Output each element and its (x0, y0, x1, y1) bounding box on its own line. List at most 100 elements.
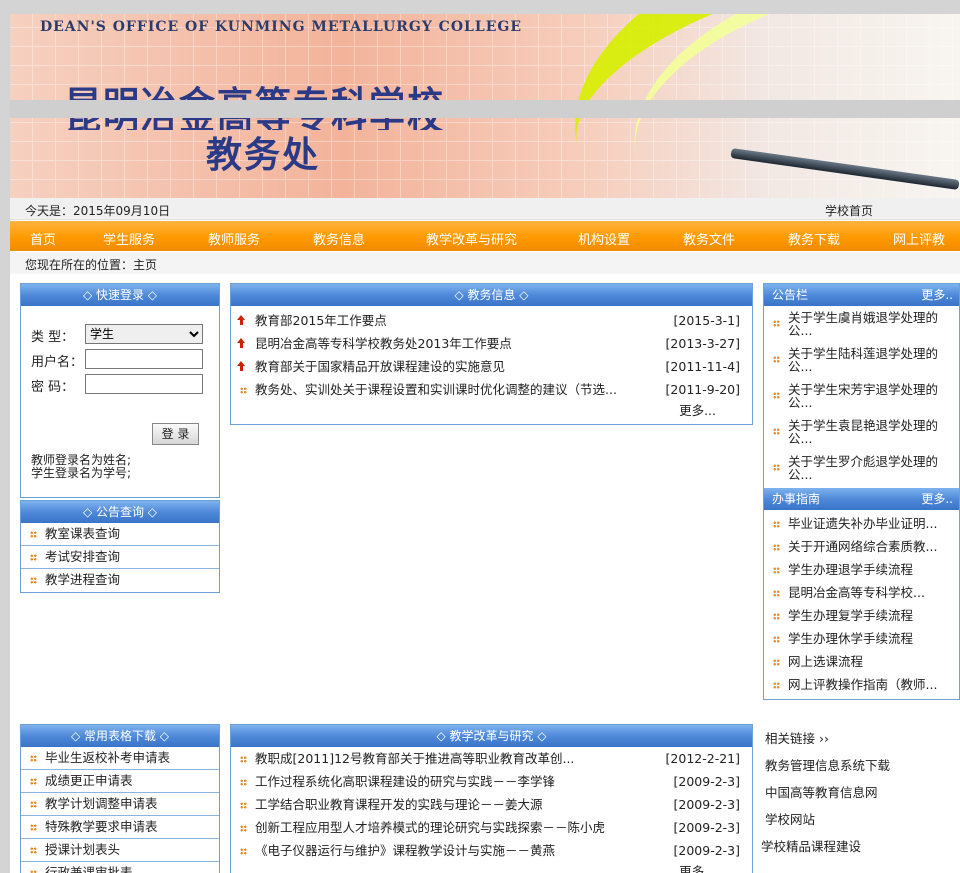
teaching-reform-title: ◇ 教学改革与研究 ◇ (231, 725, 752, 747)
reform-item[interactable]: 创新工程应用型人才培养模式的理论研究与实践探索－－陈小虎 [2009-2-3] (231, 817, 752, 840)
bullet-icon (773, 682, 780, 689)
bulletin-item[interactable]: 关于学生宋芳宇退学处理的公... (764, 378, 959, 414)
username-input[interactable] (85, 349, 203, 369)
guide-item[interactable]: 学生办理复学手续流程 (764, 605, 959, 628)
bullet-icon (30, 531, 37, 538)
nav-home[interactable]: 首页 (30, 229, 56, 248)
guide-item[interactable]: 网上选课流程 (764, 651, 959, 674)
header-banner: DEAN'S OFFICE OF KUNMING METALLURGY COLL… (10, 14, 960, 198)
english-title: DEAN'S OFFICE OF KUNMING METALLURGY COLL… (40, 19, 523, 35)
academic-info-list: 教育部2015年工作要点 [2015-3-1] 昆明冶金高等专科学校教务处2013… (231, 310, 752, 402)
reform-item[interactable]: 教职成[2011]12号教育部关于推进高等职业教育改革创... [2012-2-2… (231, 748, 752, 771)
guide-title: 办事指南 更多.. (764, 488, 959, 510)
nav-organization[interactable]: 机构设置 (578, 229, 630, 248)
bullet-icon (773, 320, 780, 327)
user-type-select[interactable]: 学生 (85, 324, 203, 344)
form-item[interactable]: 授课计划表头 (21, 839, 219, 862)
hot-arrow-icon (237, 338, 245, 348)
form-item[interactable]: 教学计划调整申请表 (21, 793, 219, 816)
list-item[interactable]: 教学进程查询 (21, 569, 219, 592)
bulletin-list: 关于学生虞肖娥退学处理的公... 关于学生陆科莲退学处理的公... 关于学生宋芳… (764, 306, 959, 486)
form-item[interactable]: 成绩更正申请表 (21, 770, 219, 793)
list-item[interactable]: 教室课表查询 (21, 523, 219, 546)
link-higher-edu-info[interactable]: 中国高等教育信息网 (765, 782, 955, 809)
teaching-reform-more-link[interactable]: 更多... (231, 863, 752, 873)
bullet-icon (240, 779, 247, 786)
nav-evaluation[interactable]: 网上评教 (893, 229, 945, 248)
nav-downloads[interactable]: 教务下载 (788, 229, 840, 248)
bulletin-item[interactable]: 关于学生袁昆艳退学处理的公... (764, 414, 959, 450)
bullet-icon (773, 636, 780, 643)
form-item[interactable]: 毕业生返校补考申请表 (21, 747, 219, 770)
bullet-icon (30, 755, 37, 762)
news-item[interactable]: 教育部关于国家精品开放课程建设的实施意见 [2011-11-4] (231, 356, 752, 379)
form-item[interactable]: 特殊教学要求申请表 (21, 816, 219, 839)
teaching-reform-panel: ◇ 教学改革与研究 ◇ 教职成[2011]12号教育部关于推进高等职业教育改革创… (230, 724, 753, 873)
bulletin-item[interactable]: 关于学生罗介彪退学处理的公... (764, 450, 959, 486)
guide-item[interactable]: 毕业证遗失补办毕业证明... (764, 513, 959, 536)
bullet-icon (773, 544, 780, 551)
nav-academic-info[interactable]: 教务信息 (313, 229, 365, 248)
link-quality-courses[interactable]: 学校精品课程建设 (761, 836, 955, 863)
reform-item[interactable]: 工学结合职业教育课程开发的实践与理论－－姜大源 [2009-2-3] (231, 794, 752, 817)
form-item[interactable]: 行政兼课审批表 (21, 862, 219, 873)
login-button[interactable]: 登 录 (152, 423, 199, 445)
bullet-icon (30, 554, 37, 561)
bulletin-item[interactable]: 关于学生虞肖娥退学处理的公... (764, 306, 959, 342)
login-tip: 教师登录名为姓名; 学生登录名为学号; (31, 454, 131, 480)
bullet-icon (240, 825, 247, 832)
bulletin-panel: 公告栏 更多.. 关于学生虞肖娥退学处理的公... 关于学生陆科莲退学处理的公..… (763, 283, 960, 700)
reform-item[interactable]: 《电子仪器运行与维护》课程教学设计与实施－－黄燕 [2009-2-3] (231, 840, 752, 863)
bullet-icon (773, 464, 780, 471)
notice-query-panel: ◇ 公告查询 ◇ 教室课表查询 考试安排查询 教学进程查询 (20, 500, 220, 593)
bullet-icon (240, 387, 247, 394)
bullet-icon (773, 428, 780, 435)
link-mis-download[interactable]: 教务管理信息系统下载 (765, 755, 955, 782)
news-item[interactable]: 教育部2015年工作要点 [2015-3-1] (231, 310, 752, 333)
forms-list: 毕业生返校补考申请表 成绩更正申请表 教学计划调整申请表 特殊教学要求申请表 授… (21, 747, 219, 873)
notice-query-title: ◇ 公告查询 ◇ (21, 501, 219, 523)
guide-item[interactable]: 学生办理休学手续流程 (764, 628, 959, 651)
teaching-reform-list: 教职成[2011]12号教育部关于推进高等职业教育改革创... [2012-2-2… (231, 748, 752, 863)
nav-teaching-reform[interactable]: 教学改革与研究 (426, 229, 517, 248)
reform-item[interactable]: 工作过程系统化高职课程建设的研究与实践－－李学锋 [2009-2-3] (231, 771, 752, 794)
bullet-icon (240, 756, 247, 763)
password-input[interactable] (85, 374, 203, 394)
password-label: 密 码： (31, 380, 75, 395)
news-item[interactable]: 教务处、实训处关于课程设置和实训课时优化调整的建议（节选... [2011-9-2… (231, 379, 752, 402)
academic-info-more-link[interactable]: 更多... (231, 402, 752, 422)
forms-download-panel: ◇ 常用表格下载 ◇ 毕业生返校补考申请表 成绩更正申请表 教学计划调整申请表 … (20, 724, 220, 873)
banner-gap (10, 100, 960, 118)
bullet-icon (30, 778, 37, 785)
news-item[interactable]: 昆明冶金高等专科学校教务处2013年工作要点 [2013-3-27] (231, 333, 752, 356)
date-bar: 今天是：2015年09月10日 学校首页 (10, 198, 960, 220)
related-links: 相关链接 ›› 教务管理信息系统下载 中国高等教育信息网 学校网站 学校精品课程… (761, 728, 955, 863)
hot-arrow-icon (237, 361, 245, 371)
bullet-icon (773, 659, 780, 666)
office-name: 教务处 (206, 135, 321, 176)
nav-documents[interactable]: 教务文件 (683, 229, 735, 248)
guide-item[interactable]: 关于开通网络综合素质教... (764, 536, 959, 559)
list-item[interactable]: 考试安排查询 (21, 546, 219, 569)
guide-more-link[interactable]: 更多.. (921, 488, 953, 510)
guide-item[interactable]: 网上评教操作指南（教师... (764, 674, 959, 697)
today-date: 今天是：2015年09月10日 (25, 204, 171, 218)
hot-arrow-icon (237, 315, 245, 325)
link-school-site[interactable]: 学校网站 (765, 809, 955, 836)
bulletin-more-link[interactable]: 更多.. (921, 284, 953, 306)
type-label: 类 型： (31, 330, 75, 345)
bullet-icon (773, 356, 780, 363)
academic-info-panel: ◇ 教务信息 ◇ 教育部2015年工作要点 [2015-3-1] 昆明冶金高等专科… (230, 283, 753, 425)
bulletin-item[interactable]: 关于学生陆科莲退学处理的公... (764, 342, 959, 378)
guide-item[interactable]: 昆明冶金高等专科学校... (764, 582, 959, 605)
page: DEAN'S OFFICE OF KUNMING METALLURGY COLL… (10, 0, 960, 873)
nav-teacher-service[interactable]: 教师服务 (208, 229, 260, 248)
main-nav: 首页 学生服务 教师服务 教务信息 教学改革与研究 机构设置 教务文件 教务下载… (10, 221, 960, 251)
school-home-link[interactable]: 学校首页 (825, 202, 873, 219)
breadcrumb: 您现在所在的位置：主页 (10, 252, 960, 274)
bullet-icon (30, 801, 37, 808)
notice-query-list: 教室课表查询 考试安排查询 教学进程查询 (21, 523, 219, 592)
guide-item[interactable]: 学生办理退学手续流程 (764, 559, 959, 582)
bullet-icon (240, 848, 247, 855)
nav-student-service[interactable]: 学生服务 (103, 229, 155, 248)
